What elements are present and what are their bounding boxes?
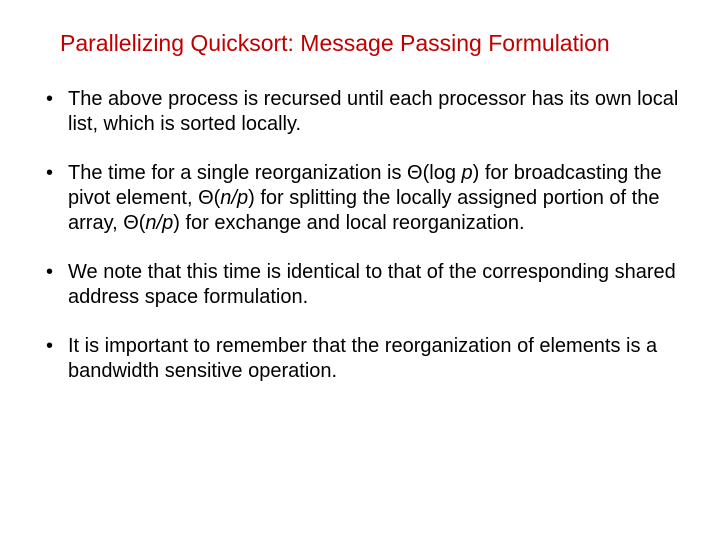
slide-title: Parallelizing Quicksort: Message Passing…	[60, 30, 680, 57]
slide: Parallelizing Quicksort: Message Passing…	[0, 0, 720, 428]
bullet-item: The time for a single reorganization is …	[40, 161, 680, 236]
bullet-item: We note that this time is identical to t…	[40, 260, 680, 310]
bullet-text: The above process is recursed until each…	[68, 88, 678, 135]
bullet-list: The above process is recursed until each…	[40, 87, 680, 384]
bullet-item: The above process is recursed until each…	[40, 87, 680, 137]
bullet-text: p	[462, 162, 473, 184]
bullet-text: n/p	[145, 212, 173, 234]
bullet-text: The time for a single reorganization is …	[68, 162, 462, 184]
bullet-text: We note that this time is identical to t…	[68, 261, 676, 308]
bullet-text: It is important to remember that the reo…	[68, 335, 657, 382]
bullet-text: n/p	[220, 187, 248, 209]
bullet-text: ) for exchange and local reorganization.	[173, 212, 524, 234]
bullet-item: It is important to remember that the reo…	[40, 334, 680, 384]
